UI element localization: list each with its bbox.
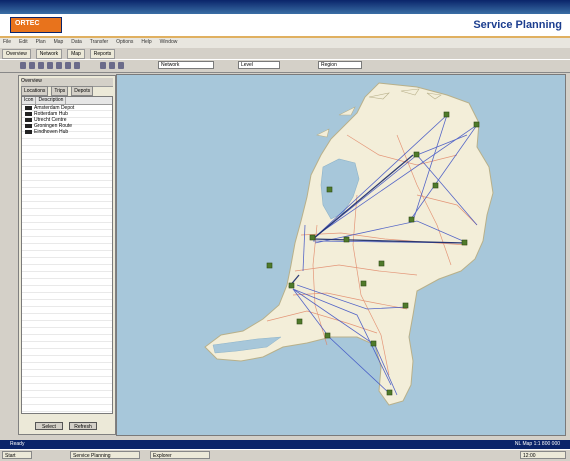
city-marker — [343, 236, 350, 243]
city-marker — [296, 318, 303, 325]
overview-panel: Overview Locations Trips Depots Icon Des… — [18, 75, 116, 435]
menu-help[interactable]: Help — [138, 38, 154, 46]
select-button[interactable]: Select — [35, 422, 63, 430]
route-tool-icon[interactable] — [65, 62, 71, 69]
menu-file[interactable]: File — [0, 38, 14, 46]
taskbar-app-explorer[interactable]: Explorer — [150, 451, 210, 459]
map-scale-text: NL Map 1:1 800 000 — [514, 441, 560, 447]
menu-plan[interactable]: Plan — [33, 38, 49, 46]
taskbar-app-service-planning[interactable]: Service Planning — [70, 451, 140, 459]
filter-icon[interactable] — [118, 62, 124, 69]
city-marker — [360, 280, 367, 287]
city-marker — [288, 282, 295, 289]
city-marker — [461, 239, 468, 246]
network-select[interactable]: Network — [158, 61, 214, 69]
netherlands-map — [204, 82, 494, 406]
map-toolbar: Network Level Region — [0, 59, 570, 73]
city-marker — [309, 234, 316, 241]
zoom-in-icon[interactable] — [38, 62, 44, 69]
window-titlebar — [0, 0, 570, 14]
tab-trips[interactable]: Trips — [51, 86, 69, 96]
map-view[interactable] — [116, 74, 566, 436]
menu-map[interactable]: Map — [51, 38, 67, 46]
location-icon — [25, 130, 32, 134]
city-marker — [386, 389, 393, 396]
city-marker — [473, 121, 480, 128]
start-button[interactable]: Start — [2, 451, 32, 459]
taskbar: Start Service Planning Explorer 12:00 — [0, 449, 570, 461]
company-logo: ORTEC — [10, 17, 62, 33]
select-tool-icon[interactable] — [20, 62, 26, 69]
layer-icon[interactable] — [100, 62, 106, 69]
city-marker — [402, 302, 409, 309]
city-marker — [408, 216, 415, 223]
menu-transfer[interactable]: Transfer — [87, 38, 111, 46]
city-marker — [432, 182, 439, 189]
location-icon — [25, 124, 32, 128]
column-icon[interactable]: Icon — [22, 97, 37, 104]
print-icon[interactable] — [74, 62, 80, 69]
location-icon — [25, 106, 32, 110]
taskbar-clock: 12:00 — [520, 451, 566, 459]
refresh-icon[interactable] — [109, 62, 115, 69]
level-select[interactable]: Level — [238, 61, 280, 69]
measure-tool-icon[interactable] — [56, 62, 62, 69]
city-marker — [443, 111, 450, 118]
city-marker — [370, 340, 377, 347]
tab-overview[interactable]: Overview — [2, 49, 31, 59]
tab-network[interactable]: Network — [35, 49, 63, 59]
city-marker — [413, 151, 420, 158]
tab-reports[interactable]: Reports — [89, 49, 116, 59]
refresh-button[interactable]: Refresh — [69, 422, 97, 430]
document-tabs: Overview Network Map Reports — [0, 48, 570, 59]
location-list: Icon Description Amsterdam Depot Rotterd… — [21, 96, 113, 414]
city-marker — [266, 262, 273, 269]
location-icon — [25, 118, 32, 122]
app-banner: ORTEC Service Planning — [0, 14, 570, 38]
column-description[interactable]: Description — [36, 97, 67, 104]
app-title: Service Planning — [473, 19, 562, 31]
panel-button-row: Select Refresh — [21, 420, 113, 432]
location-icon — [25, 112, 32, 116]
menu-options[interactable]: Options — [113, 38, 136, 46]
menu-window[interactable]: Window — [157, 38, 181, 46]
tab-depots[interactable]: Depots — [71, 86, 94, 96]
region-select[interactable]: Region — [318, 61, 362, 69]
tab-locations[interactable]: Locations — [21, 86, 49, 96]
city-marker — [326, 186, 333, 193]
zoom-out-icon[interactable] — [47, 62, 53, 69]
tab-map[interactable]: Map — [67, 49, 85, 59]
status-text: Ready — [10, 441, 25, 447]
status-bar: Ready NL Map 1:1 800 000 — [0, 440, 570, 449]
panel-tabs: Locations Trips Depots — [21, 86, 113, 96]
pan-tool-icon[interactable] — [29, 62, 35, 69]
menu-data[interactable]: Data — [68, 38, 85, 46]
list-header: Icon Description — [22, 97, 112, 105]
list-item[interactable]: Eindhoven Hub — [22, 129, 112, 135]
city-marker — [324, 332, 331, 339]
city-marker — [378, 260, 385, 267]
menu-edit[interactable]: Edit — [16, 38, 31, 46]
